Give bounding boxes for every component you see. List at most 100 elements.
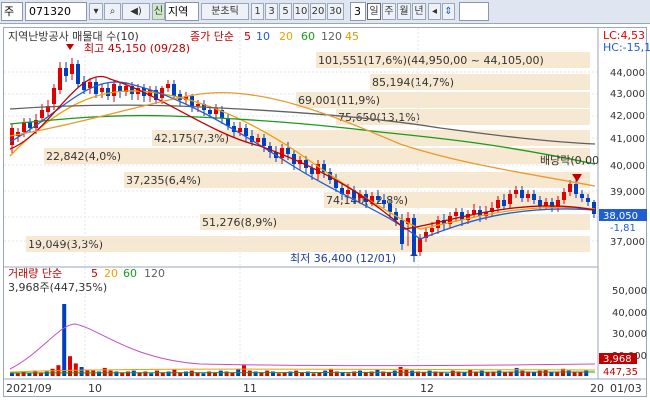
count-input[interactable]: 3 [350,2,366,21]
range-week-label: 주 [384,6,394,17]
hc-label: HC:-15,1 [603,41,650,54]
volume-bar [323,370,328,376]
volume-bar [143,371,148,376]
view-select-button[interactable]: 분초틱 [201,3,249,20]
volume-ma-value: 447,35 [603,367,638,378]
range-month-button[interactable]: 월 [397,3,411,20]
volume-current: 3,968 [603,354,632,365]
ma-45-label: 45 [345,30,359,43]
dividend-annotation: 배당락(0,00 [540,154,599,167]
prev-button[interactable]: ◂ [428,3,441,20]
candle-body [460,212,464,220]
volume-bar [421,372,426,376]
candle-body [430,228,434,232]
market-select[interactable]: 주 [1,2,23,21]
volume-tick: 50,000 [612,286,647,297]
period-20-button[interactable]: 20 [310,3,326,20]
candle-body [592,202,596,214]
candle-body [22,122,26,132]
price-tick: 41,000 [610,134,645,145]
volume-profile-bar [26,236,590,252]
volume-last: 3,968주(447,35%) [8,281,107,294]
ma-120-label: 120 [321,30,342,43]
volume-bar [50,368,55,376]
candle-body [508,194,512,204]
high-annotation: 최고 45,150 (09/28) [84,42,190,55]
chart-area: 101,551(17,6%)(44,950,00 ~ 44,105,00) 85,… [0,24,650,401]
extra-input[interactable] [459,2,489,21]
chevron-down-icon: ▾ [93,6,99,17]
volume-bar [427,370,432,376]
volume-bar [15,373,20,376]
volume-profile-label: 22,842(4,0%) [46,150,121,163]
range-year-button[interactable]: 년 [412,3,426,20]
volume-profile-bar [44,148,590,164]
vol-ma-60-label: 60 [123,267,137,280]
candle-body [568,184,572,192]
ma-20-label: 20 [279,30,293,43]
candle-body [64,68,68,76]
candle-body [262,138,266,146]
code-dropdown-button[interactable]: ▾ [89,3,103,20]
candle-body [472,210,476,214]
period-3-label: 3 [268,6,275,17]
volume-bar [21,371,26,376]
candle-body [244,128,248,136]
volume-bar [532,372,536,376]
stock-code-input[interactable]: 071320 [25,2,87,21]
range-day-button[interactable]: 일 [367,3,381,20]
volume-bar [549,372,554,376]
volume-bar [578,372,583,376]
candle-body [106,88,110,96]
volume-bar [276,373,281,376]
x-tick: 12 [420,382,434,395]
price-tick: 42,000 [610,111,645,122]
period-5-button[interactable]: 5 [279,3,292,20]
volume-bar [149,373,154,376]
period-10-button[interactable]: 10 [293,3,309,20]
candle-body [172,84,176,96]
volume-bar [543,369,548,376]
volume-bar [497,370,502,376]
candle-body [580,194,584,198]
x-tick: 20 [590,382,604,395]
period-30-label: 30 [329,6,342,17]
volume-bar [126,371,130,376]
volume-bar [62,304,67,376]
count-value: 3 [354,5,361,18]
period-20-label: 20 [311,6,325,17]
candle-body [238,128,242,132]
volume-bar [503,372,507,376]
period-1-button[interactable]: 1 [251,3,264,20]
candle-body [418,238,422,252]
volume-bar [311,373,316,376]
price-tick: 37,000 [610,237,645,248]
chart-toolbar: 주 071320 ▾ ⌕ ◀) 신 지역 분초틱 1 3 5 10 20 30 … [0,0,650,24]
volume-bar [450,370,455,376]
search-button[interactable]: ⌕ [104,3,121,20]
volume-bar [584,370,589,376]
volume-bar [166,371,171,376]
volume-bar [102,367,107,376]
vol-ma-5-label: 5 [91,267,98,280]
sound-button[interactable]: ◀) [122,3,150,20]
candle-body [166,84,170,88]
range-day-label: 일 [369,6,379,17]
range-week-button[interactable]: 주 [382,3,396,20]
period-3-button[interactable]: 3 [265,3,278,20]
updown-button[interactable]: ⇕ [442,3,455,20]
x-tick: 11 [243,382,257,395]
period-30-button[interactable]: 30 [327,3,344,20]
ma-5-label: 5 [244,30,251,43]
period-5-label: 5 [282,6,289,17]
candle-body [526,194,530,198]
volume-tick: 40,000 [612,308,647,319]
volume-bar [410,370,415,376]
search-icon: ⌕ [109,6,116,17]
price-tick: 44,000 [610,68,645,79]
volume-profile-label: 19,049(3,3%) [28,238,103,251]
candle-body [454,212,458,216]
updown-arrow-icon: ⇕ [444,6,453,17]
candle-body [376,196,380,200]
volume-bar [27,373,32,376]
